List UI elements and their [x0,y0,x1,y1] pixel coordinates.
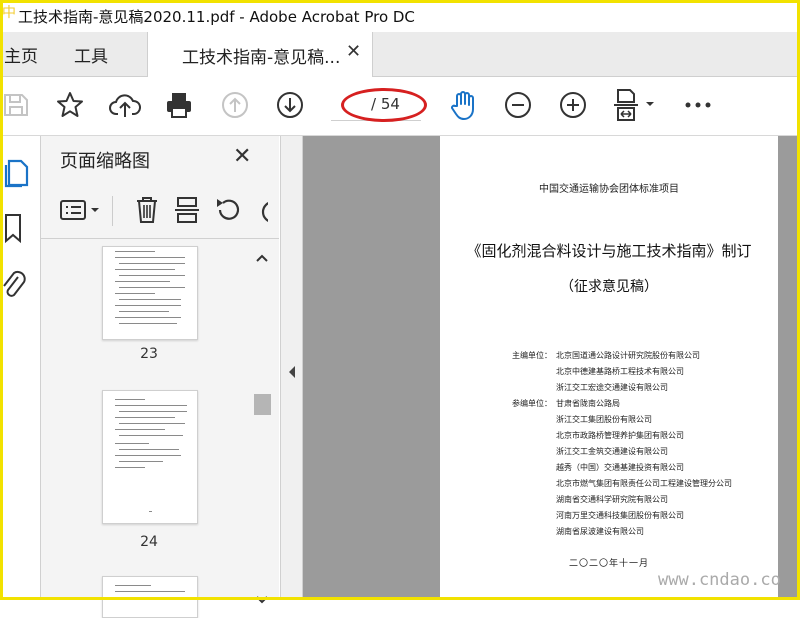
page-number-field[interactable]: / 54 [331,88,427,122]
page-thumbnails-icon[interactable] [4,158,30,192]
tab-bar: 主页 工具 工技术指南-意见稿... ✕ [0,32,800,77]
participant-label: 参编单位： [512,399,552,408]
more-icon[interactable] [682,89,714,121]
zoom-out-icon[interactable] [502,89,534,121]
star-icon[interactable] [54,89,86,121]
chief-label: 主编单位： [512,351,552,360]
title-bar: 中 工技术指南-意见稿2020.11.pdf - Adobe Acrobat P… [0,0,800,32]
chief-unit: 浙江交工宏途交通建设有限公司 [556,383,668,392]
document-date: 二〇二〇年十一月 [568,559,649,569]
attachment-icon[interactable] [0,268,26,306]
page-thumbnail[interactable] [102,576,198,618]
document-viewer[interactable]: 中国交通运输协会团体标准项目 《固化剂混合料设计与施工技术指南》制订 （征求意见… [303,136,800,600]
delete-icon[interactable] [131,194,163,226]
next-page-icon[interactable] [274,89,306,121]
highlight-oval [341,88,427,122]
hand-icon[interactable] [447,89,479,121]
participant-unit-row: 越秀（中国）交通基建投资有限公司 [512,462,684,473]
document-page: 中国交通运输协会团体标准项目 《固化剂混合料设计与施工技术指南》制订 （征求意见… [440,136,778,600]
participant-unit: 浙江交工集团股份有限公司 [556,415,652,424]
print-icon[interactable] [163,89,195,121]
participant-unit-row: 河南万里交通科技集团股份有限公司 [512,510,684,521]
toolbar-divider [112,196,113,226]
tab-document[interactable]: 工技术指南-意见稿... ✕ [147,32,373,77]
site-watermark: www.cndao.co [658,570,781,590]
tab-document-label: 工技术指南-意见稿... [182,48,341,68]
chief-unit: 北京国道通公路设计研究院股份有限公司 [556,351,700,360]
tab-tools[interactable]: 工具 [74,42,108,67]
tab-home[interactable]: 主页 [4,42,38,67]
participant-unit-row: 参编单位： 甘肃省陇南公路局 [512,398,620,409]
participant-unit-row: 湖南省交通科学研究院有限公司 [512,494,668,505]
participant-unit-row: 浙江交工集团股份有限公司 [512,414,652,425]
panel-collapse-handle[interactable] [280,136,303,600]
participant-unit: 甘肃省陇南公路局 [556,399,620,408]
panel-title: 页面缩略图 [60,151,150,172]
fit-page-icon[interactable] [612,89,660,121]
participant-unit-row: 北京市燃气集团有限责任公司工程建设管理分公司 [512,478,732,489]
tab-close-icon[interactable]: ✕ [346,41,361,62]
participant-unit: 浙江交工金筑交通建设有限公司 [556,447,668,456]
chief-unit-row: 浙江交工宏途交通建设有限公司 [512,382,668,393]
scrollbar-thumb[interactable] [254,394,271,415]
thumbnails-panel: 页面缩略图 ✕ 23 24 [41,136,279,618]
zoom-in-icon[interactable] [557,89,589,121]
insert-page-icon[interactable] [171,194,203,226]
page-thumbnail-number: 24 [140,534,158,550]
scroll-up-icon[interactable] [256,248,268,267]
participant-unit-row: 浙江交工金筑交通建设有限公司 [512,446,668,457]
window-title: 工技术指南-意见稿2020.11.pdf - Adobe Acrobat Pro… [18,8,415,26]
participant-unit-row: 北京市政路桥管理养护集团有限公司 [512,430,684,441]
page-thumbnail[interactable] [102,246,198,340]
participant-unit-row: 湖南省尿波建设有限公司 [512,526,644,537]
participant-unit: 湖南省尿波建设有限公司 [556,527,644,536]
document-subtitle: （征求意见稿） [560,279,658,295]
rotate-icon[interactable] [212,194,244,226]
document-association: 中国交通运输协会团体标准项目 [539,184,679,195]
toolbar: / 54 [0,77,800,136]
document-title: 《固化剂混合料设计与施工技术指南》制订 [466,242,752,260]
page-thumbnail-number: 23 [140,346,158,362]
page-thumbnail[interactable] [102,390,198,524]
options-menu-icon[interactable] [59,194,103,226]
chief-unit: 北京中德建基路桥工程技术有限公司 [556,367,684,376]
bookmark-icon[interactable] [2,212,24,248]
participant-unit: 湖南省交通科学研究院有限公司 [556,495,668,504]
panel-toolbar [41,184,279,239]
collapse-arrow-icon[interactable] [287,364,297,383]
navigation-rail [0,136,41,600]
upload-cloud-icon[interactable] [109,89,141,121]
chief-unit-row: 主编单位： 北京国道通公路设计研究院股份有限公司 [512,350,700,361]
participant-unit: 北京市政路桥管理养护集团有限公司 [556,431,684,440]
prev-page-icon[interactable] [219,89,251,121]
thumbnails-scrollbar[interactable] [253,244,271,604]
participant-unit: 越秀（中国）交通基建投资有限公司 [556,463,684,472]
watermark-logo: 中 [2,5,16,21]
rotate-counter-icon[interactable] [258,197,268,225]
chief-unit-row: 北京中德建基路桥工程技术有限公司 [512,366,684,377]
save-icon[interactable] [0,89,32,121]
panel-close-icon[interactable]: ✕ [233,144,251,169]
participant-unit: 河南万里交通科技集团股份有限公司 [556,511,684,520]
participant-unit: 北京市燃气集团有限责任公司工程建设管理分公司 [556,479,732,488]
